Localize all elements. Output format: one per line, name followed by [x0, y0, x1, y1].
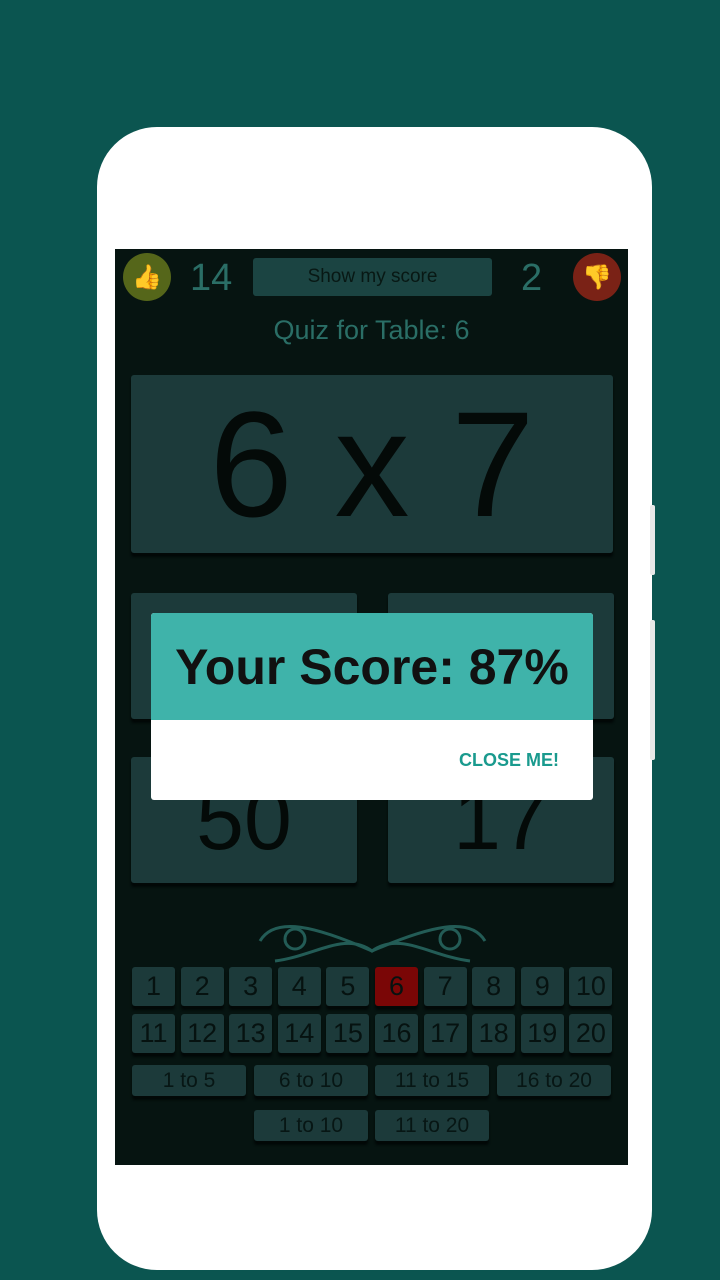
table-button-14[interactable]: 14: [277, 1014, 321, 1053]
table-button-17[interactable]: 17: [423, 1014, 467, 1053]
table-button-13[interactable]: 13: [229, 1014, 273, 1053]
phone-side-button: [650, 505, 655, 575]
table-button-12[interactable]: 12: [180, 1014, 224, 1053]
range-button[interactable]: 1 to 10: [254, 1110, 368, 1141]
thumbs-up-icon: 👍: [123, 253, 171, 301]
table-button-5[interactable]: 5: [326, 967, 370, 1006]
table-button-7[interactable]: 7: [423, 967, 467, 1006]
range-button[interactable]: 11 to 15: [375, 1065, 489, 1096]
thumbs-down-icon: 👎: [573, 253, 621, 301]
table-button-2[interactable]: 2: [180, 967, 224, 1006]
wrong-count: 2: [521, 257, 543, 299]
quiz-title: Quiz for Table: 6: [273, 315, 470, 345]
table-button-11[interactable]: 11: [132, 1014, 175, 1053]
table-button-4[interactable]: 4: [277, 967, 321, 1006]
table-button-19[interactable]: 19: [520, 1014, 564, 1053]
range-button[interactable]: 16 to 20: [497, 1065, 611, 1096]
table-button-15[interactable]: 15: [326, 1014, 370, 1053]
show-score-button[interactable]: Show my score: [253, 258, 492, 296]
table-button-18[interactable]: 18: [472, 1014, 516, 1053]
table-button-6[interactable]: 6: [375, 967, 418, 1006]
phone-side-button: [650, 620, 655, 760]
score-dialog: Your Score: 87% CLOSE ME!: [151, 613, 593, 800]
question-box: 6 x 7: [131, 375, 613, 553]
range-button[interactable]: 1 to 5: [132, 1065, 246, 1096]
table-button-10[interactable]: 10: [569, 967, 613, 1006]
range-button[interactable]: 6 to 10: [254, 1065, 368, 1096]
table-button-1[interactable]: 1: [132, 967, 175, 1006]
correct-count: 14: [190, 257, 233, 299]
table-button-3[interactable]: 3: [229, 967, 273, 1006]
table-button-20[interactable]: 20: [569, 1014, 613, 1053]
table-button-16[interactable]: 16: [375, 1014, 418, 1053]
range-button[interactable]: 11 to 20: [375, 1110, 489, 1141]
score-title: Your Score: 87%: [151, 613, 593, 720]
decorative-swirl-icon: [258, 925, 487, 963]
table-button-8[interactable]: 8: [472, 967, 516, 1006]
close-button[interactable]: CLOSE ME!: [459, 750, 559, 771]
table-button-9[interactable]: 9: [520, 967, 564, 1006]
